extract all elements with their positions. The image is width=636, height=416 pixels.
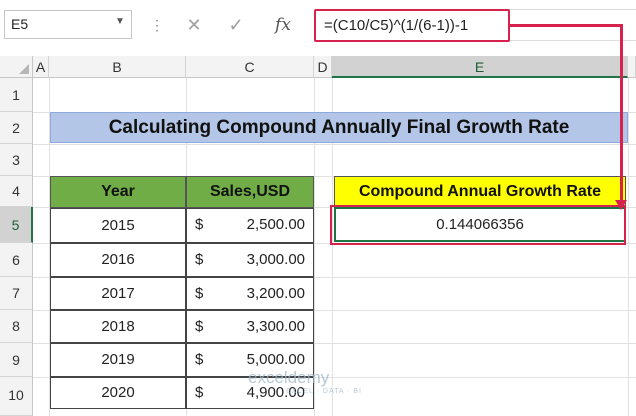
currency-symbol: $	[195, 351, 204, 368]
watermark-tagline: EXCEL · DATA · BI	[286, 388, 362, 395]
row-header-8[interactable]: 8	[0, 310, 33, 343]
annotation-arrow-line	[620, 24, 623, 207]
sales-cell[interactable]: $2,500.00	[186, 208, 314, 243]
row-header-6[interactable]: 6	[0, 243, 33, 277]
year-cell[interactable]: 2018	[50, 310, 186, 343]
currency-symbol: $	[195, 384, 204, 401]
chevron-down-icon[interactable]: ▼	[112, 16, 128, 32]
enter-icon[interactable]: ✓	[226, 14, 246, 36]
year-cell[interactable]: 2020	[50, 377, 186, 409]
year-cell[interactable]: 2016	[50, 243, 186, 277]
currency-symbol: $	[195, 318, 204, 335]
sales-cell[interactable]: $3,300.00	[186, 310, 314, 343]
select-all-triangle-icon	[19, 64, 29, 74]
column-header-e[interactable]: E	[332, 56, 628, 78]
column-header-c[interactable]: C	[186, 56, 314, 78]
currency-symbol: $	[195, 216, 204, 233]
sales-header-cell[interactable]: Sales,USD	[186, 176, 314, 208]
year-cell[interactable]: 2019	[50, 343, 186, 377]
column-header-a[interactable]: A	[33, 56, 49, 78]
arrow-down-icon	[615, 200, 627, 210]
row-header-4[interactable]: 4	[0, 176, 33, 207]
row-header-1[interactable]: 1	[0, 78, 33, 112]
insert-function-icon[interactable]: fx	[270, 14, 296, 36]
currency-symbol: $	[195, 251, 204, 268]
formula-highlight-box	[314, 9, 510, 42]
annotation-arrow-line	[510, 24, 622, 27]
cagr-highlight-box	[330, 205, 626, 245]
column-header-b[interactable]: B	[49, 56, 186, 78]
sales-cell[interactable]: $3,200.00	[186, 277, 314, 310]
column-header-f[interactable]	[628, 56, 636, 78]
row-header-10[interactable]: 10	[0, 377, 33, 416]
sales-value: 3,200.00	[246, 285, 305, 302]
row-header-5[interactable]: 5	[0, 207, 33, 243]
gridline	[628, 78, 629, 416]
watermark-brand: exceldemy	[248, 368, 330, 387]
more-options-icon[interactable]: ⋮	[150, 14, 164, 36]
cancel-icon[interactable]: ✕	[184, 14, 204, 36]
sales-value: 3,300.00	[246, 318, 305, 335]
sales-value: 3,000.00	[246, 251, 305, 268]
name-box-value: E5	[11, 16, 29, 32]
year-cell[interactable]: 2015	[50, 208, 186, 243]
row-header-2[interactable]: 2	[0, 112, 33, 144]
currency-symbol: $	[195, 285, 204, 302]
cagr-label-cell[interactable]: Compound Annual Growth Rate	[334, 176, 626, 207]
sales-cell[interactable]: $3,000.00	[186, 243, 314, 277]
row-header-9[interactable]: 9	[0, 343, 33, 377]
column-header-d[interactable]: D	[314, 56, 332, 78]
sheet-title-cell[interactable]: Calculating Compound Annually Final Grow…	[50, 112, 628, 143]
year-header-cell[interactable]: Year	[50, 176, 186, 208]
sales-value: 2,500.00	[246, 216, 305, 233]
row-header-3[interactable]: 3	[0, 144, 33, 176]
year-cell[interactable]: 2017	[50, 277, 186, 310]
gridline	[33, 144, 636, 145]
sales-value: 5,000.00	[246, 351, 305, 368]
row-header-7[interactable]: 7	[0, 277, 33, 310]
